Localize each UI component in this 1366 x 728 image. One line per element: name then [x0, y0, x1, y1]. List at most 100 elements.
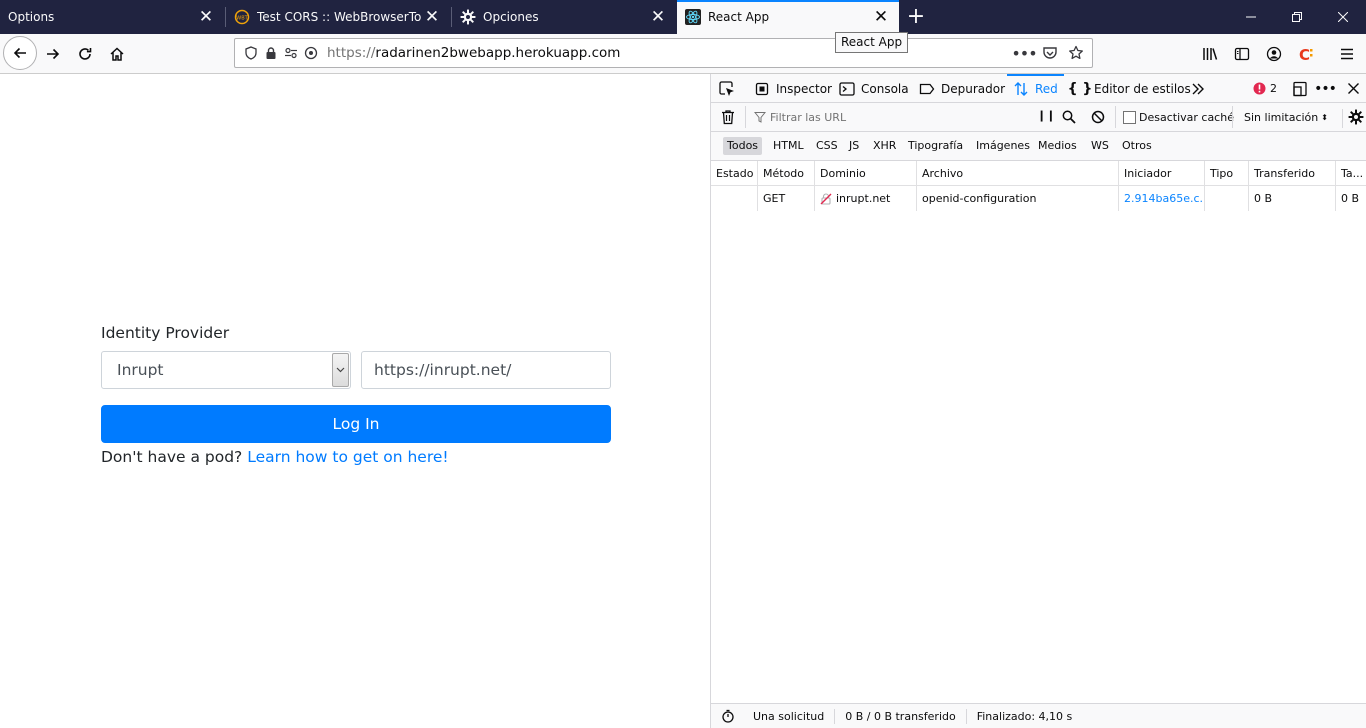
element-picker-button[interactable] — [719, 74, 741, 103]
request-type-filters: Todos HTML CSS JS XHR Tipografía Imágene… — [711, 132, 1366, 161]
identity-provider-url-input[interactable] — [361, 351, 611, 389]
cors-extension-button[interactable]: C — [1290, 38, 1322, 70]
identity-provider-label: Identity Provider — [101, 324, 230, 342]
error-count-button[interactable]: 2 — [1251, 74, 1277, 103]
tab-react-app[interactable]: React App ✕ — [677, 0, 899, 34]
tracking-icon[interactable] — [301, 43, 321, 63]
home-button[interactable] — [101, 38, 133, 70]
tab-style-editor[interactable]: { } Editor de estilos — [1068, 74, 1191, 103]
cell-domain: inrupt.net — [815, 186, 917, 211]
login-button[interactable]: Log In — [101, 405, 611, 443]
gear-icon — [460, 9, 476, 25]
tab-network[interactable]: Red — [1007, 74, 1064, 103]
network-settings-button[interactable] — [1342, 109, 1364, 128]
url-text[interactable]: https://radarinen2bwebapp.herokuapp.com — [327, 45, 620, 61]
close-icon[interactable]: ✕ — [196, 7, 216, 27]
close-icon[interactable]: ✕ — [648, 7, 668, 27]
inspector-icon — [754, 81, 770, 97]
filter-fonts[interactable]: Tipografía — [904, 137, 967, 155]
sidebar-button[interactable] — [1226, 38, 1258, 70]
column-transferred[interactable]: Transferido — [1249, 161, 1336, 186]
dock-options-button[interactable] — [1292, 74, 1314, 103]
more-tools-button[interactable] — [1190, 74, 1212, 103]
tab-options[interactable]: Options ✕ — [0, 0, 224, 34]
column-method[interactable]: Método — [758, 161, 815, 186]
menu-button[interactable] — [1331, 38, 1363, 70]
restore-icon — [1292, 12, 1302, 22]
request-count: Una solicitud — [743, 708, 836, 724]
forward-button[interactable] — [37, 38, 69, 70]
network-icon — [1013, 81, 1029, 97]
gear-icon — [1348, 109, 1364, 125]
library-button[interactable] — [1194, 38, 1226, 70]
close-icon — [1345, 81, 1361, 97]
stopwatch-icon[interactable] — [711, 709, 743, 723]
page-actions-icon[interactable]: ••• — [1011, 43, 1037, 63]
close-devtools-button[interactable] — [1345, 74, 1366, 103]
cors-extension-icon: C — [1299, 46, 1313, 63]
column-status[interactable]: Estado — [711, 161, 758, 186]
svg-text:WBT: WBT — [236, 16, 248, 22]
tab-console[interactable]: Consola — [839, 74, 909, 103]
learn-how-link[interactable]: Learn how to get on here! — [247, 448, 448, 466]
column-size[interactable]: Ta... — [1336, 161, 1366, 186]
shield-icon[interactable] — [241, 43, 261, 63]
disable-cache-toggle[interactable]: Desactivar caché — [1115, 106, 1234, 128]
tab-label: Editor de estilos — [1094, 81, 1191, 96]
lock-icon[interactable] — [261, 43, 281, 63]
filter-images[interactable]: Imágenes — [972, 137, 1034, 155]
pause-icon[interactable]: ❙❙ — [1037, 109, 1055, 122]
transfer-summary: 0 B / 0 B transferido — [835, 708, 967, 724]
table-row[interactable]: GET inrupt.net openid-configuration 2.91… — [711, 186, 1366, 211]
close-icon[interactable]: ✕ — [871, 7, 891, 27]
url-bar[interactable]: https://radarinen2bwebapp.herokuapp.com … — [234, 38, 1093, 68]
block-icon[interactable] — [1091, 110, 1105, 127]
webbrowsertools-icon: WBT — [234, 9, 250, 25]
close-icon[interactable]: ✕ — [422, 7, 442, 27]
tab-label: Options — [8, 10, 55, 24]
tab-debugger[interactable]: Depurador — [919, 74, 1005, 103]
filter-xhr[interactable]: XHR — [869, 137, 900, 155]
tab-test-cors[interactable]: WBT Test CORS :: WebBrowserTools ✕ — [226, 0, 450, 34]
filter-media[interactable]: Medios — [1034, 137, 1081, 155]
filter-all[interactable]: Todos — [723, 137, 763, 155]
tab-inspector[interactable]: Inspector — [754, 74, 832, 103]
tab-label: Depurador — [941, 81, 1006, 96]
network-status-bar: Una solicitud 0 B / 0 B transferido Fina… — [711, 703, 1366, 728]
close-window-button[interactable] — [1320, 0, 1366, 34]
column-type[interactable]: Tipo — [1205, 161, 1249, 186]
chevron-down-icon[interactable] — [332, 353, 349, 387]
column-domain[interactable]: Dominio — [815, 161, 917, 186]
identity-provider-select[interactable]: Inrupt — [101, 351, 351, 389]
reload-button[interactable] — [69, 38, 101, 70]
restore-button[interactable] — [1274, 0, 1320, 34]
permissions-icon[interactable] — [281, 43, 301, 63]
tab-opciones[interactable]: Opciones ✕ — [452, 0, 676, 34]
back-button[interactable] — [3, 36, 37, 70]
filter-css[interactable]: CSS — [812, 137, 842, 155]
cell-initiator[interactable]: 2.914ba65e.c... — [1119, 186, 1205, 211]
bookmark-star-icon[interactable] — [1066, 43, 1086, 63]
disable-cache-checkbox[interactable] — [1123, 110, 1136, 124]
tab-tooltip: React App — [835, 32, 909, 53]
filter-html[interactable]: HTML — [769, 137, 808, 155]
trash-icon[interactable] — [721, 109, 735, 128]
account-button[interactable] — [1258, 38, 1290, 70]
column-file[interactable]: Archivo — [917, 161, 1119, 186]
close-icon — [1338, 12, 1348, 22]
filter-other[interactable]: Otros — [1118, 137, 1156, 155]
filter-ws[interactable]: WS — [1087, 137, 1113, 155]
finish-time: Finalizado: 4,10 s — [976, 709, 1073, 723]
pocket-icon[interactable] — [1040, 43, 1060, 63]
column-initiator[interactable]: Iniciador — [1119, 161, 1205, 186]
cell-transferred: 0 B — [1249, 186, 1336, 211]
throttling-select[interactable]: Sin limitación ⬍ — [1232, 106, 1328, 128]
devtools-menu-button[interactable]: ••• — [1314, 74, 1339, 103]
new-tab-button[interactable]: + — [904, 5, 928, 29]
filter-js[interactable]: JS — [845, 137, 863, 155]
minimize-button[interactable] — [1228, 0, 1274, 34]
console-icon — [839, 81, 855, 97]
search-icon[interactable] — [1062, 110, 1076, 127]
url-filter-input[interactable]: Filtrar las URL — [745, 106, 1033, 128]
arrow-right-icon — [47, 48, 60, 60]
